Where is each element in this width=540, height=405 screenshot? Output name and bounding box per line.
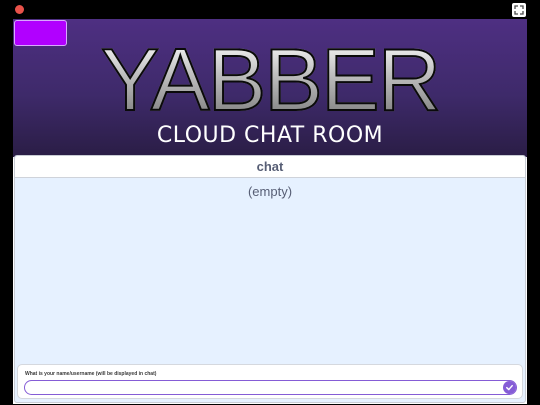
banner-title: YABBER	[13, 35, 527, 125]
submit-button[interactable]	[503, 381, 516, 394]
fullscreen-icon	[514, 5, 524, 15]
ask-prompt-label: What is your name/username (will be disp…	[25, 371, 157, 377]
chat-list-header: chat	[15, 156, 525, 178]
checkmark-icon	[506, 384, 513, 391]
username-input[interactable]	[24, 380, 517, 395]
purple-sprite-button[interactable]	[14, 20, 67, 46]
chat-empty-text: (empty)	[247, 184, 293, 199]
red-dot-icon[interactable]	[15, 5, 24, 14]
fullscreen-button[interactable]	[512, 3, 526, 17]
banner-subtitle: CLOUD CHAT ROOM	[156, 123, 384, 148]
stage: YABBER CLOUD CHAT ROOM chat (empty) What…	[13, 19, 527, 404]
banner: YABBER CLOUD CHAT ROOM	[13, 19, 527, 159]
ask-prompt-box: What is your name/username (will be disp…	[17, 364, 523, 399]
